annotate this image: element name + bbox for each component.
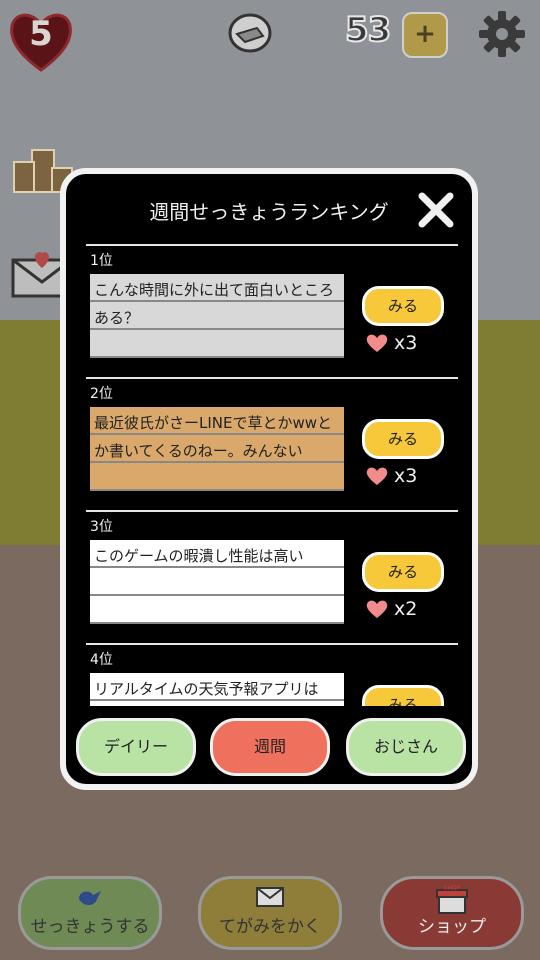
sekkyou-note[interactable]: このゲームの暇潰し性能は高い [90,540,344,624]
coins-count: 53 [344,9,392,51]
like-count-value: x2 [394,598,418,620]
ranking-item: 4位 リアルタイムの天気予報アプリは みる [86,643,458,706]
like-heart-icon [366,467,388,485]
ranking-modal: 週間せっきょうランキング 1位 こんな時間に外に出て面白いところある？ みる x… [60,168,478,790]
tab-weekly[interactable]: 週間 [210,718,330,776]
envelope-icon [256,887,284,907]
sekkyou-button[interactable]: せっきょうする [18,876,162,950]
shop-button[interactable]: SHOP ショップ [380,876,524,950]
ranking-item: 2位 最近彼氏がさーLINEで草とかwwとか書いてくるのねー。みんない みる x… [86,377,458,512]
sekkyou-note[interactable]: 最近彼氏がさーLINEで草とかwwとか書いてくるのねー。みんない [90,407,344,491]
view-button[interactable]: みる [362,286,444,326]
ojisan-face-icon[interactable] [227,10,273,56]
view-button[interactable]: みる [362,552,444,592]
rank-label: 4位 [90,652,113,668]
ranking-tabs: デイリー 週間 おじさん [66,718,472,778]
modal-title: 週間せっきょうランキング [149,200,389,224]
sekkyou-note[interactable]: こんな時間に外に出て面白いところある？ [90,274,344,358]
like-count: x2 [364,594,454,624]
like-count: x3 [364,328,454,358]
shop-button-label: ショップ [418,917,486,937]
ranking-item: 3位 このゲームの暇潰し性能は高い みる x2 [86,510,458,645]
like-heart-icon [366,334,388,352]
ranking-list[interactable]: 1位 こんな時間に外に出て面白いところある？ みる x3 2位 最近彼氏がさーL… [86,244,458,706]
sekkyou-button-label: せっきょうする [30,917,150,937]
sekkyou-note[interactable]: リアルタイムの天気予報アプリは [90,673,344,706]
rank-label: 2位 [90,386,113,402]
tab-daily[interactable]: デイリー [76,718,196,776]
view-button[interactable]: みる [362,419,444,459]
like-heart-icon [366,600,388,618]
gear-icon[interactable] [476,8,528,60]
rank-label: 1位 [90,253,113,269]
bird-icon [79,891,101,905]
tegami-button-label: てがみをかく [219,917,321,937]
like-count: x3 [364,461,454,491]
like-count-value: x3 [394,465,418,487]
rank-label: 3位 [90,519,113,535]
close-icon[interactable] [414,188,458,232]
ranking-item: 1位 こんな時間に外に出て面白いところある？ みる x3 [86,244,458,379]
add-coins-button[interactable]: + [402,12,448,58]
tab-ojisan[interactable]: おじさん [346,718,466,776]
hearts-count: 5 [29,14,53,54]
shop-sign-label: SHOP [444,885,461,892]
tegami-button[interactable]: てがみをかく [198,876,342,950]
view-button[interactable]: みる [362,685,444,706]
like-count-value: x3 [394,332,418,354]
shop-icon: SHOP [436,885,468,914]
